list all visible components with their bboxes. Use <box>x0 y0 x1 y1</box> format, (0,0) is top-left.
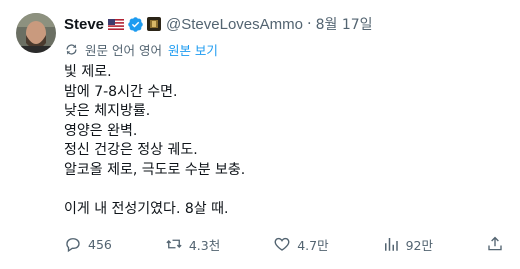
post-line-blank <box>64 181 504 201</box>
post-line: 이게 내 전성기였다. 8살 때. <box>64 201 229 218</box>
reply-icon <box>64 235 82 253</box>
tweet: Steve @SteveLovesAmmo · 8월 17일 원문 언어 영어 … <box>0 0 520 269</box>
author-name[interactable]: Steve <box>64 16 104 33</box>
post-line: 정신 건강은 정상 궤도. <box>64 142 198 159</box>
tweet-header: Steve @SteveLovesAmmo · 8월 17일 <box>64 13 373 35</box>
view-count: 92만 <box>405 237 433 253</box>
translate-icon <box>64 42 79 57</box>
separator-dot: · <box>306 16 312 32</box>
post-line: 밤에 7-8시간 수면. <box>64 83 178 100</box>
us-flag-icon <box>108 18 125 30</box>
post-line: 낮은 체지방률. <box>64 103 151 120</box>
like-button[interactable]: 4.7만 <box>273 235 329 254</box>
heart-icon <box>273 235 291 253</box>
affiliate-badge-icon[interactable] <box>147 17 162 31</box>
translation-notice: 원문 언어 영어 원본 보기 <box>64 40 218 59</box>
like-count: 4.7만 <box>297 237 329 253</box>
author-handle[interactable]: @SteveLovesAmmo <box>166 16 303 33</box>
repost-count: 4.3천 <box>188 237 221 253</box>
share-button[interactable] <box>486 235 504 253</box>
repost-button[interactable]: 4.3천 <box>165 235 220 254</box>
action-bar: 456 4.3천 4.7만 92만 <box>64 233 504 255</box>
post-line: 영양은 완벽. <box>64 122 138 139</box>
avatar[interactable] <box>16 13 56 53</box>
post-line: 알코올 제로, 극도로 수분 보충. <box>64 161 246 178</box>
repost-icon <box>165 235 183 253</box>
show-original-link[interactable]: 원본 보기 <box>168 40 218 59</box>
post-date[interactable]: 8월 17일 <box>316 14 373 34</box>
share-icon <box>486 235 504 253</box>
post-line: 빛 제로. <box>64 64 112 80</box>
views-chart-icon <box>382 235 400 253</box>
reply-count: 456 <box>88 236 112 252</box>
verified-badge-icon[interactable] <box>127 16 144 33</box>
reply-button[interactable]: 456 <box>64 235 112 253</box>
translation-language: 원문 언어 영어 <box>85 43 162 58</box>
post-text: 빛 제로. 밤에 7-8시간 수면. 낮은 체지방률. 영양은 완벽. 정신 건… <box>64 63 504 220</box>
views-button[interactable]: 92만 <box>382 235 433 254</box>
